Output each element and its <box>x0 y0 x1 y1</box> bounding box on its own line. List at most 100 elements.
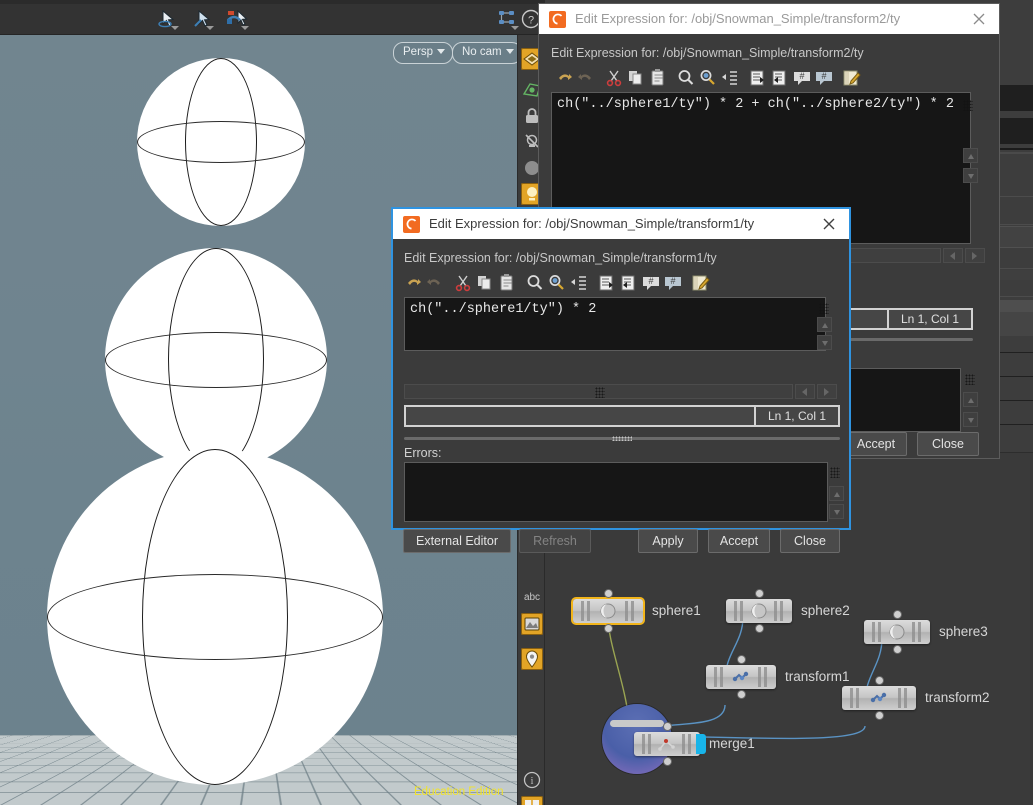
node-sphere1[interactable] <box>573 599 643 623</box>
viewport-cam-selector[interactable]: No cam <box>452 42 517 64</box>
undo-icon[interactable] <box>402 272 424 294</box>
errors-resize-grip[interactable] <box>830 467 840 478</box>
dialog-titlebar-transform2[interactable]: Edit Expression for: /obj/Snowman_Simple… <box>539 4 999 34</box>
select-tool-icon[interactable] <box>155 8 181 30</box>
editor-toolbar-transform1[interactable]: ## <box>402 272 822 294</box>
output-port-transform1[interactable] <box>738 691 745 698</box>
errors-scroll-up[interactable] <box>829 486 844 501</box>
handle-tool-icon[interactable] <box>225 8 251 30</box>
accept-button-transform1[interactable]: Accept <box>708 529 770 553</box>
output-port-sphere3[interactable] <box>894 646 901 653</box>
cut-icon[interactable] <box>603 67 625 89</box>
input-port-sphere2[interactable] <box>756 590 763 597</box>
dialog-subtitle-transform2: Edit Expression for: /obj/Snowman_Simple… <box>551 46 864 60</box>
close-button-transform2[interactable]: Close <box>917 432 979 456</box>
input-port-sphere1[interactable] <box>605 590 612 597</box>
input-port-sphere3[interactable] <box>894 611 901 618</box>
node-transform2[interactable] <box>842 686 916 710</box>
scroll-right-button[interactable] <box>817 384 837 399</box>
editor-toolbar-transform2[interactable]: ## <box>553 67 973 89</box>
output-port-transform2[interactable] <box>876 712 883 719</box>
scroll-left-button[interactable] <box>795 384 815 399</box>
resize-grip[interactable] <box>963 100 973 111</box>
image-plane-icon[interactable] <box>521 613 543 635</box>
scroll-left-button[interactable] <box>943 248 963 263</box>
copy-icon[interactable] <box>625 67 647 89</box>
cursor-position-transform1: Ln 1, Col 1 <box>754 407 838 425</box>
increase-indent-icon[interactable] <box>747 67 769 89</box>
output-port-merge1[interactable] <box>664 758 671 765</box>
indent-icon[interactable] <box>568 272 590 294</box>
undo-icon[interactable] <box>553 67 575 89</box>
dialog-titlebar-transform1[interactable]: Edit Expression for: /obj/Snowman_Simple… <box>393 209 849 239</box>
accept-button-transform2[interactable]: Accept <box>845 432 907 456</box>
move-tool-icon[interactable] <box>190 8 216 30</box>
input-port-merge1[interactable] <box>664 723 671 730</box>
viewport-camera-selector[interactable]: Persp <box>393 42 453 64</box>
paste-icon[interactable] <box>496 272 518 294</box>
grid-icon[interactable] <box>521 796 543 805</box>
resize-grip[interactable] <box>819 303 829 314</box>
viewport-camera-label: Persp <box>403 46 433 58</box>
close-icon[interactable] <box>819 215 839 233</box>
dialog-title-text-transform1: Edit Expression for: /obj/Snowman_Simple… <box>429 216 754 231</box>
increase-indent-icon[interactable] <box>596 272 618 294</box>
errors-resize-grip[interactable] <box>965 374 975 385</box>
external-editor-icon[interactable] <box>690 272 712 294</box>
node-merge1[interactable] <box>634 732 700 756</box>
cut-icon[interactable] <box>452 272 474 294</box>
close-icon[interactable] <box>969 10 989 28</box>
node-transform1[interactable] <box>706 665 776 689</box>
decrease-indent-icon[interactable] <box>618 272 640 294</box>
redo-icon[interactable] <box>575 67 597 89</box>
houdini-logo-icon <box>549 11 566 28</box>
input-port-transform1[interactable] <box>738 656 745 663</box>
node-tree-icon[interactable] <box>495 8 521 30</box>
scroll-down-button[interactable] <box>963 168 978 183</box>
find-icon[interactable] <box>524 272 546 294</box>
scroll-up-button[interactable] <box>963 148 978 163</box>
horizontal-scrollbar-transform1[interactable] <box>404 384 793 399</box>
scroll-right-button[interactable] <box>965 248 985 263</box>
dialog-splitter[interactable] <box>404 437 840 440</box>
find-icon[interactable] <box>675 67 697 89</box>
decrease-indent-icon[interactable] <box>769 67 791 89</box>
merge-glyph <box>655 735 679 753</box>
input-port-transform2[interactable] <box>876 677 883 684</box>
errors-scroll-down[interactable] <box>963 412 978 427</box>
indent-icon[interactable] <box>719 67 741 89</box>
external-editor-icon[interactable] <box>841 67 863 89</box>
location-pin-icon[interactable] <box>521 648 543 670</box>
base-seam-horizontal <box>47 574 383 660</box>
errors-scroll-down[interactable] <box>829 504 844 519</box>
merge1-output-flag[interactable] <box>696 734 706 754</box>
redo-icon[interactable] <box>424 272 446 294</box>
node-label-transform2: transform2 <box>925 690 990 705</box>
errors-scroll-up[interactable] <box>963 392 978 407</box>
copy-icon[interactable] <box>474 272 496 294</box>
find-replace-icon[interactable] <box>697 67 719 89</box>
education-watermark: Education Edition <box>414 786 504 798</box>
find-replace-icon[interactable] <box>546 272 568 294</box>
output-port-sphere2[interactable] <box>756 625 763 632</box>
output-port-sphere1[interactable] <box>605 625 612 632</box>
node-sphere3[interactable] <box>864 620 930 644</box>
svg-text:#: # <box>821 71 826 81</box>
scroll-down-button[interactable] <box>817 335 832 350</box>
paste-icon[interactable] <box>647 67 669 89</box>
uncomment-icon[interactable]: # <box>662 272 684 294</box>
edit-expression-dialog-transform1[interactable]: Edit Expression for: /obj/Snowman_Simple… <box>391 207 851 530</box>
expression-editor-transform1[interactable]: ch("../sphere1/ty") * 2 <box>404 297 826 351</box>
transform-glyph <box>867 689 891 707</box>
text-abc-icon[interactable]: abc <box>521 587 543 605</box>
node-sphere2[interactable] <box>726 599 792 623</box>
close-button-transform1[interactable]: Close <box>780 529 840 553</box>
comment-icon[interactable]: # <box>640 272 662 294</box>
comment-icon[interactable]: # <box>791 67 813 89</box>
scroll-up-button[interactable] <box>817 317 832 332</box>
uncomment-icon[interactable]: # <box>813 67 835 89</box>
info-icon[interactable]: i <box>521 769 543 791</box>
apply-button[interactable]: Apply <box>638 529 698 553</box>
external-editor-button[interactable]: External Editor <box>403 529 511 553</box>
sphere-glyph <box>596 602 620 620</box>
